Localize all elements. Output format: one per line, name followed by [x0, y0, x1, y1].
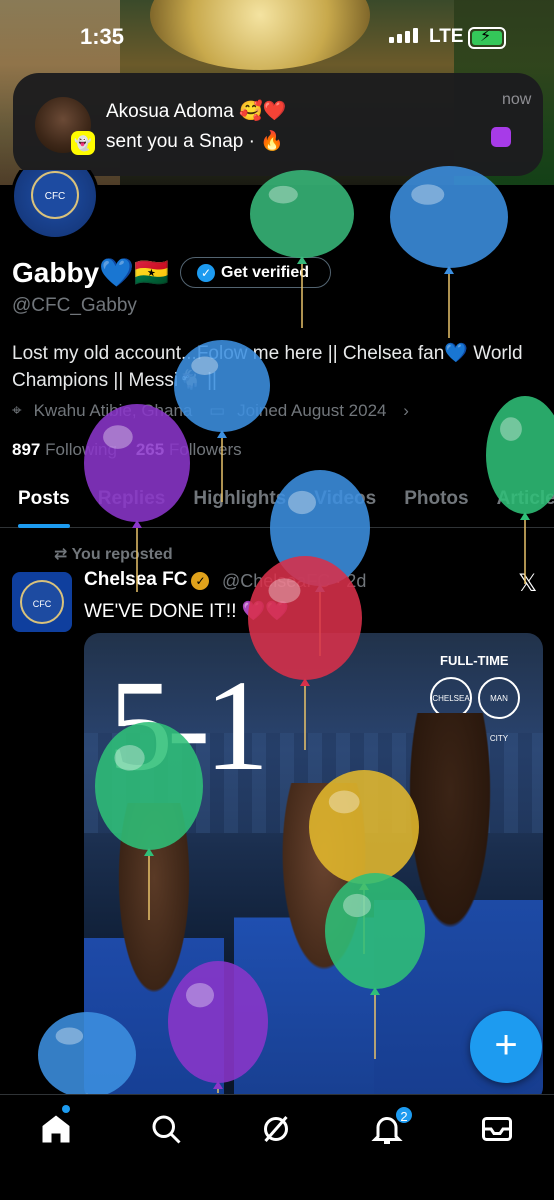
profile-avatar[interactable]: CFC	[10, 170, 100, 242]
status-bar: 1:35 LTE ⚡	[0, 0, 554, 72]
get-verified-button[interactable]: ✓ Get verified	[180, 257, 331, 288]
followers-label[interactable]: Followers	[169, 440, 242, 459]
full-time-label: FULL-TIME	[440, 653, 509, 668]
compose-button[interactable]: +	[470, 1011, 542, 1083]
signal-icon	[389, 28, 418, 43]
home-unread-dot	[62, 1105, 70, 1113]
profile-bio: Lost my old account...Folow me here || C…	[12, 343, 523, 391]
profile-meta: ⌖ Kwahu Atibie, Ghana ▭ Joined August 2024…	[12, 401, 421, 421]
profile-location: Kwahu Atibie, Ghana	[33, 401, 193, 420]
snapchat-icon: 👻	[71, 131, 95, 155]
profile-handle: @CFC_Gabby	[12, 295, 137, 316]
profile-display-name: Gabby💙🇬🇭	[12, 257, 169, 288]
chelsea-crest-icon: CFC	[31, 171, 79, 219]
home-icon[interactable]	[38, 1111, 74, 1147]
grok-icon[interactable]	[258, 1111, 294, 1147]
x-logo-icon: 𝕏	[518, 570, 538, 597]
charging-bolt-icon: ⚡	[480, 28, 492, 45]
get-verified-label: Get verified	[221, 264, 310, 281]
tab-articles[interactable]: Articles	[497, 480, 554, 527]
push-notification[interactable]: 👻 Akosua Adoma 🥰❤️ sent you a Snap · 🔥 n…	[13, 73, 543, 176]
player-left	[84, 803, 224, 1103]
following-label[interactable]: Following	[45, 440, 117, 459]
profile-tabs: Posts Replies Highlights Videos Photos A…	[0, 480, 554, 528]
post-text: WE'VE DONE IT!! 💜💜	[84, 601, 290, 622]
battery-icon: ⚡	[468, 27, 506, 49]
status-time: 1:35	[80, 24, 125, 49]
search-icon[interactable]	[148, 1111, 184, 1147]
repost-icon: ⇄	[54, 546, 68, 563]
tab-replies[interactable]: Replies	[98, 480, 166, 527]
notification-message: sent you a Snap · 🔥	[106, 131, 284, 152]
location-icon: ⌖	[12, 401, 22, 420]
balloon	[250, 170, 354, 328]
followers-count[interactable]: 265	[136, 440, 164, 459]
post-author-avatar[interactable]: CFC	[12, 572, 72, 632]
notification-count-badge: 2	[394, 1105, 414, 1125]
balloon	[390, 166, 508, 338]
tab-photos[interactable]: Photos	[404, 480, 468, 527]
post-handle: @ChelseaFC · 2d	[222, 571, 367, 591]
post-author-name: Chelsea FC	[84, 569, 188, 590]
tab-highlights[interactable]: Highlights	[193, 480, 286, 527]
notification-time: now	[502, 91, 532, 108]
network-label: LTE	[429, 26, 464, 47]
verified-check-icon: ✓	[197, 264, 215, 282]
profile-joined: Joined August 2024	[237, 401, 387, 420]
chelsea-crest-icon: CFC	[20, 580, 64, 624]
messages-icon[interactable]	[479, 1111, 515, 1147]
notification-sender: Akosua Adoma 🥰❤️	[106, 101, 287, 122]
verified-badge-icon: ✓	[191, 572, 210, 590]
follow-stats: 897 Following 265 Followers	[12, 440, 242, 460]
notification-app-icon	[491, 127, 511, 147]
calendar-icon: ▭	[209, 401, 226, 420]
post-author[interactable]: Chelsea FC ✓	[84, 569, 210, 591]
following-count[interactable]: 897	[12, 440, 40, 459]
bottom-nav	[0, 1094, 554, 1200]
chevron-right-icon[interactable]: ›	[403, 401, 409, 420]
score-text: 5-1	[108, 654, 269, 798]
tab-posts[interactable]: Posts	[18, 480, 70, 528]
repost-label: You reposted	[71, 546, 173, 563]
repost-indicator: ⇄ You reposted	[54, 544, 173, 564]
tab-videos[interactable]: Videos	[314, 480, 376, 527]
